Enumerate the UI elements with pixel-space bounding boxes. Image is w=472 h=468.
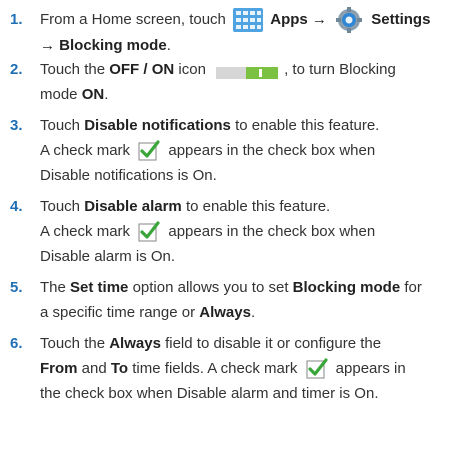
check-icon (305, 358, 328, 380)
step-2: 2. Touch the OFF / ON icon , to turn Blo… (0, 57, 472, 107)
settings-label: Settings (371, 11, 431, 28)
blocking-mode-label: Blocking mode (292, 279, 401, 297)
step-4: 4. Touch Disable alarm to enable this fe… (0, 194, 472, 269)
always-label: Always (199, 304, 251, 322)
step-number: 6. (10, 335, 23, 353)
disable-notifications-label: Disable notifications (84, 117, 231, 135)
apps-label: Apps (270, 11, 308, 28)
set-time-label: Set time (70, 279, 129, 297)
check-icon (138, 140, 160, 162)
step-number: 3. (10, 117, 23, 135)
off-on-label: OFF / ON (109, 61, 175, 79)
arrow: → (40, 37, 55, 55)
to-label: To (110, 360, 129, 378)
blocking-mode-label: Blocking mode (59, 37, 167, 55)
step-3: 3. Touch Disable notifications to enable… (0, 113, 472, 188)
arrow: → (311, 11, 327, 28)
instruction-page: 1. From a Home screen, touch Apps → Sett… (0, 0, 472, 468)
from-label: From (40, 360, 78, 378)
step-number: 1. (10, 11, 23, 28)
settings-icon (334, 7, 364, 34)
step-1: 1. From a Home screen, touch Apps → Sett… (0, 7, 472, 58)
step-number: 2. (10, 61, 23, 79)
step-number: 5. (10, 279, 23, 297)
steps-list: 1. From a Home screen, touch Apps → Sett… (0, 0, 472, 406)
on-label: ON (81, 86, 105, 104)
toggle-icon (216, 63, 279, 80)
step-text: From a Home screen, touch (40, 11, 226, 28)
check-icon (138, 221, 160, 243)
step-5: 5. The Set time option allows you to set… (0, 275, 472, 325)
apps-icon (233, 8, 264, 33)
disable-alarm-label: Disable alarm (84, 198, 182, 216)
always-label: Always (109, 335, 161, 353)
step-6: 6. Touch the Always field to disable it … (0, 331, 472, 406)
step-number: 4. (10, 198, 23, 216)
